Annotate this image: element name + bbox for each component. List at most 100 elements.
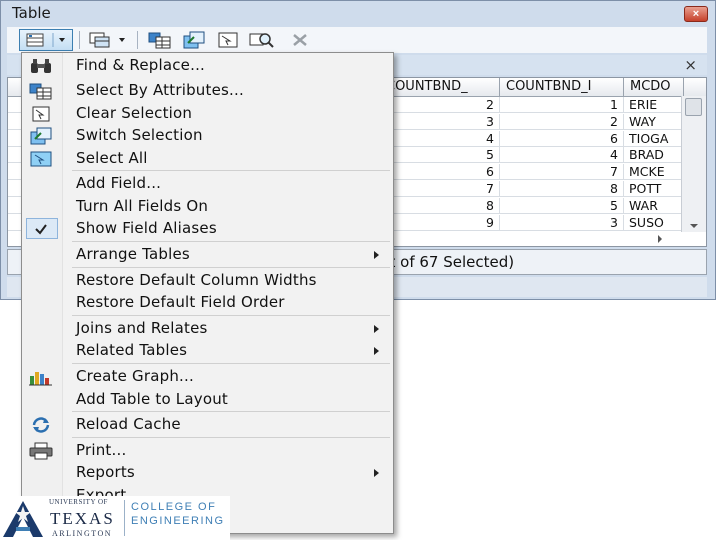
submenu-arrow-icon [374,251,379,259]
menu-item-add-field[interactable]: Add Field... [22,173,393,195]
table-cell[interactable]: TIOGA [624,130,684,147]
table-cell[interactable]: 7 [380,181,500,197]
binoculars-icon [28,57,54,75]
menu-separator [72,437,390,438]
menu-item-label: Show Field Aliases [76,219,217,237]
menu-item-reload-cache[interactable]: Reload Cache [22,414,393,436]
printer-icon [28,442,54,460]
related-tables-button[interactable] [87,29,131,51]
table-cell[interactable]: ERIE [624,97,684,113]
menu-item-arrange-tables[interactable]: Arrange Tables [22,244,393,266]
table-cell[interactable]: 9 [380,214,500,231]
menu-item-add-table-to-layout[interactable]: Add Table to Layout [22,389,393,411]
menu-separator [72,411,390,412]
table-toolbar [7,27,707,53]
scroll-down-arrow-icon[interactable] [690,224,698,228]
table-cell[interactable]: 8 [380,197,500,214]
menu-item-restore-default-column-widths[interactable]: Restore Default Column Widths [22,270,393,292]
submenu-arrow-icon [374,469,379,477]
table-cell[interactable]: 7 [500,164,624,181]
table-cell[interactable]: 4 [380,130,500,147]
menu-item-restore-default-field-order[interactable]: Restore Default Field Order [22,292,393,314]
switch-selection-icon [183,31,205,49]
checkmark-icon [28,220,54,238]
table-cell[interactable]: 6 [500,130,624,147]
table-cell[interactable]: WAR [624,197,684,214]
column-header[interactable]: COUNTBND_ [380,78,500,96]
table-cell[interactable]: SUSO [624,214,684,231]
clear-selection-icon [28,105,54,123]
column-header[interactable]: MCDO [624,78,684,96]
clear-selection-icon [218,32,238,48]
select-all-icon [28,150,54,168]
table-cell[interactable]: 2 [380,97,500,113]
table-cell[interactable]: MCKE [624,164,684,181]
toolbar-separator [79,31,80,49]
table-cell[interactable]: 4 [500,147,624,164]
menu-item-show-field-aliases[interactable]: Show Field Aliases [22,218,393,240]
tab-close-button[interactable]: × [684,56,697,74]
menu-item-related-tables[interactable]: Related Tables [22,340,393,362]
table-cell[interactable]: 1 [500,97,624,113]
table-options-menu: Find & Replace... Select By Attributes...… [21,52,394,534]
column-header[interactable]: COUNTBND_I [500,78,624,96]
submenu-arrow-icon [374,347,379,355]
table-options-icon [26,33,65,47]
menu-separator [72,315,390,316]
menu-item-turn-all-fields-on[interactable]: Turn All Fields On [22,196,393,218]
menu-item-find-replace[interactable]: Find & Replace... [22,55,393,77]
select-by-attributes-icon [28,82,54,100]
logo-university-text: UNIVERSITY OF [49,498,108,506]
menu-separator [72,363,390,364]
menu-item-label: Reload Cache [76,415,181,433]
select-by-attributes-button[interactable] [145,29,175,51]
vertical-scrollbar[interactable] [681,96,706,232]
menu-item-select-by-attributes[interactable]: Select By Attributes... [22,80,393,102]
clear-selection-button[interactable] [213,29,243,51]
table-cell[interactable]: 8 [500,181,624,197]
window-title: Table [12,4,51,22]
table-cell[interactable]: 3 [500,214,624,231]
menu-item-select-all[interactable]: Select All [22,148,393,170]
menu-item-label: Clear Selection [76,104,193,122]
menu-item-label: Restore Default Field Order [76,293,285,311]
table-cell[interactable]: 2 [500,113,624,130]
menu-item-joins-and-relates[interactable]: Joins and Relates [22,318,393,340]
menu-item-label: Select All [76,149,148,167]
menu-item-label: Related Tables [76,341,188,359]
related-tables-icon [89,32,125,48]
table-cell[interactable]: WAY [624,113,684,130]
menu-item-label: Find & Replace... [76,56,206,74]
menu-item-label: Add Field... [76,174,162,192]
scroll-right-arrow-icon[interactable] [658,235,662,243]
menu-item-print[interactable]: Print... [22,440,393,462]
menu-item-create-graph[interactable]: Create Graph... [22,366,393,388]
menu-item-clear-selection[interactable]: Clear Selection [22,103,393,125]
selection-count-text: ut of 67 Selected) [380,253,515,271]
logo-engineering-text: ENGINEERING [131,515,225,527]
zoom-to-selected-button[interactable] [247,29,277,51]
table-options-menu-button[interactable] [19,29,73,51]
table-cell[interactable]: 3 [380,113,500,130]
scrollbar-thumb[interactable] [685,98,702,116]
menu-item-label: Turn All Fields On [76,197,209,215]
uta-a-logo-icon [3,501,43,537]
delete-selected-button[interactable] [287,29,313,51]
window-close-button[interactable]: × [684,6,708,22]
uta-engineering-logo: UNIVERSITY OF TEXAS ARLINGTON COLLEGE OF… [0,496,230,540]
table-cell[interactable]: 5 [380,147,500,164]
menu-item-label: Select By Attributes... [76,81,244,99]
table-cell[interactable]: POTT [624,181,684,197]
menu-separator [72,170,390,171]
menu-item-reports[interactable]: Reports [22,462,393,484]
title-bar[interactable]: Table × [1,1,715,25]
table-cell[interactable]: 6 [380,164,500,181]
menu-item-switch-selection[interactable]: Switch Selection [22,125,393,147]
submenu-arrow-icon [374,325,379,333]
menu-item-label: Restore Default Column Widths [76,271,317,289]
bar-chart-icon [28,368,54,386]
logo-arlington-text: ARLINGTON [52,529,113,538]
switch-selection-button[interactable] [179,29,209,51]
table-cell[interactable]: 5 [500,197,624,214]
table-cell[interactable]: BRAD [624,147,684,164]
